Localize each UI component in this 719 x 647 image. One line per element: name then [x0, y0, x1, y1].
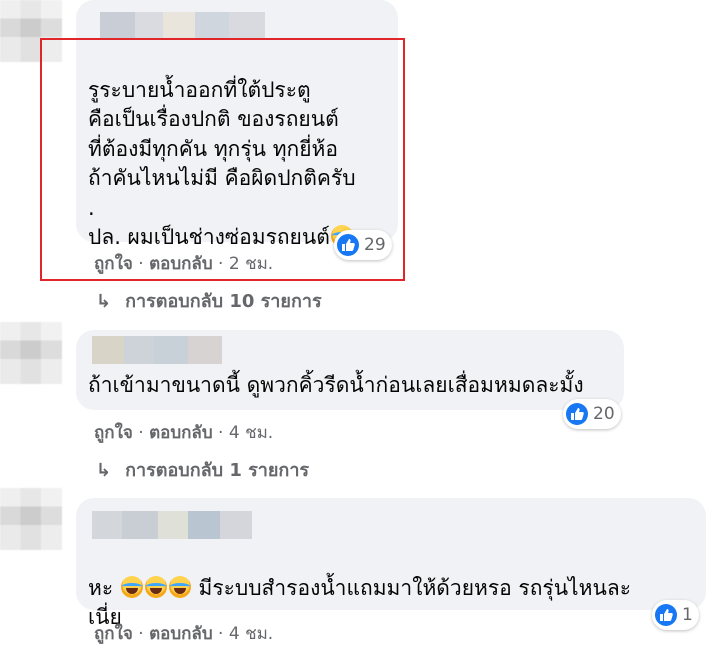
- reaction-count: 20: [593, 404, 615, 424]
- like-reaction-icon: [655, 604, 677, 626]
- laughing-emoji: [120, 575, 143, 598]
- reply-button[interactable]: ตอบกลับ: [149, 423, 213, 443]
- highlight-box: [40, 38, 405, 281]
- like-button[interactable]: ถูกใจ: [94, 423, 133, 443]
- comment-time[interactable]: 4 ชม.: [229, 624, 273, 644]
- reaction-count: 1: [682, 605, 693, 625]
- like-reaction-icon: [566, 403, 588, 425]
- reply-arrow-icon: ↳: [96, 460, 112, 481]
- comment-text: ถ้าเข้ามาขนาดนี้ ดูพวกคิ้วรีดน้ำก่อนเลยเ…: [88, 373, 584, 397]
- comment-time[interactable]: 4 ชม.: [229, 423, 273, 443]
- reply-arrow-icon: ↳: [96, 291, 112, 312]
- commenter-avatar[interactable]: [0, 322, 62, 384]
- commenter-name-blurred[interactable]: [100, 12, 265, 40]
- commenter-name-blurred[interactable]: [92, 511, 252, 539]
- reaction-count-badge[interactable]: 20: [563, 399, 621, 429]
- commenter-name-blurred[interactable]: [92, 336, 222, 364]
- laughing-emoji: [144, 575, 167, 598]
- reply-button[interactable]: ตอบกลับ: [149, 624, 213, 644]
- like-button[interactable]: ถูกใจ: [94, 624, 133, 644]
- commenter-avatar[interactable]: [0, 488, 62, 550]
- view-replies-link[interactable]: ↳ การตอบกลับ 1 รายการ: [96, 455, 309, 484]
- view-replies-link[interactable]: ↳ การตอบกลับ 10 รายการ: [96, 286, 322, 315]
- laughing-emoji: [168, 575, 191, 598]
- comment-actions: ถูกใจ · ตอบกลับ · 4 ชม.: [94, 423, 274, 443]
- reaction-count-badge[interactable]: 1: [652, 600, 699, 630]
